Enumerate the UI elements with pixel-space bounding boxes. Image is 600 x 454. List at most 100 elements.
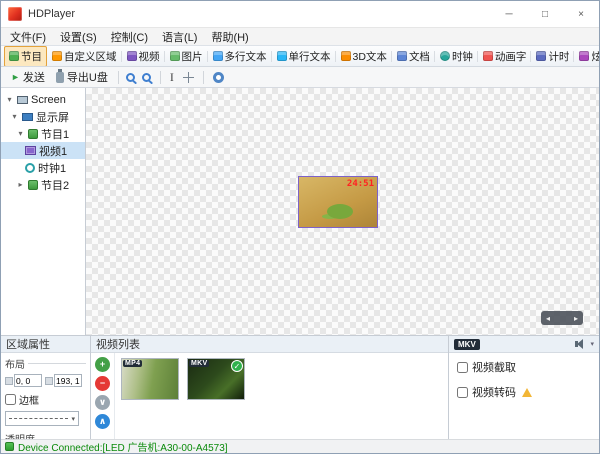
export-usb-button[interactable]: 导出U盘 [51,67,113,87]
close-button[interactable]: × [563,1,599,27]
menu-control[interactable]: 控制(C) [104,28,155,46]
video-transcode-option: 视频转码 [457,384,591,400]
border-checkbox[interactable] [5,394,16,405]
video-transcode-checkbox[interactable] [457,387,468,398]
speaker-icon[interactable] [575,339,583,349]
document-icon [397,51,407,61]
minimize-button[interactable]: ─ [491,1,527,27]
video-properties-header: MKV ▾ [449,336,599,353]
tab-document[interactable]: 文档 [392,46,435,67]
tab-clock[interactable]: 时钟 [435,46,478,67]
region-properties-panel: 区域属性 布局 [1,336,91,439]
tab-timer[interactable]: 计时 [531,46,574,67]
size-field [45,374,82,387]
size-icon [45,377,53,385]
tree-item-label: 节目2 [41,177,69,193]
format-badge: MKV [454,339,480,350]
move-down-button[interactable]: ∨ [95,395,110,410]
expander-icon[interactable]: ▾ [16,129,25,138]
video-list-body: + − ∨ ∧ MP4 MKV ✓ [91,353,448,439]
tree-item-label: 时钟1 [38,160,66,176]
video-thumbnail-mp4[interactable]: MP4 [121,358,179,400]
program-tree: ▾ Screen ▾ 显示屏 ▾ 节目1 视频1 时钟1 [1,88,86,335]
animated-text-icon [483,51,493,61]
tab-image[interactable]: 图片 [165,46,208,67]
video-thumbnail-mkv[interactable]: MKV ✓ [187,358,245,400]
tree-item-label: Screen [31,94,66,106]
tab-label: 多行文本 [225,49,267,64]
add-video-button[interactable]: + [95,357,110,372]
expander-icon[interactable]: ▸ [16,180,25,189]
position-field [5,374,42,387]
tree-item-label: 节目1 [41,126,69,142]
format-badge: MKV [189,360,209,367]
statusbar: Device Connected:[LED 广告机:A30-00-A4573] [1,439,599,453]
pager-prev-icon[interactable]: ◂ [546,314,550,323]
window-title: HDPlayer [28,8,75,20]
custom-area-icon [52,51,62,61]
maximize-button[interactable]: □ [527,1,563,27]
3d-text-icon [341,51,351,61]
border-label: 边框 [19,392,39,407]
tab-label: 3D文本 [353,49,387,64]
video-properties-body: 视频截取 视频转码 [449,353,599,406]
tree-item-program2[interactable]: ▸ 节目2 [1,176,85,193]
send-icon: ► [11,73,20,82]
menu-language[interactable]: 语言(L) [155,28,204,46]
move-icon[interactable] [183,72,194,83]
toolbar-separator [118,71,119,84]
group-divider [28,363,86,364]
titlebar: HDPlayer ─ □ × [1,1,599,27]
tab-video[interactable]: 视频 [122,46,165,67]
region-panel-body: 布局 边框 [1,353,90,449]
video-frame-content [327,204,353,219]
position-input[interactable] [14,374,42,387]
zoom-in-icon[interactable] [126,73,135,82]
tree-item-program1[interactable]: ▾ 节目1 [1,125,85,142]
tab-singleline-text[interactable]: 单行文本 [272,46,336,67]
menu-help[interactable]: 帮助(H) [204,28,255,46]
app-window: HDPlayer ─ □ × 文件(F) 设置(S) 控制(C) 语言(L) 帮… [0,0,600,454]
tab-program[interactable]: 节目 [4,46,47,67]
format-badge: MP4 [123,360,142,367]
size-input[interactable] [54,374,82,387]
tab-3d-text[interactable]: 3D文本 [336,46,392,67]
action-toolbar: ► 发送 导出U盘 I [1,67,599,88]
tab-animated-text[interactable]: 动画字 [478,46,532,67]
program-icon [28,180,38,190]
pager-next-icon[interactable]: ▸ [574,314,578,323]
tab-custom-area[interactable]: 自定义区域 [47,46,122,67]
clock-overlay: 24:51 [347,179,374,189]
gear-icon[interactable] [213,72,224,83]
video-region-preview[interactable]: 24:51 [298,176,378,228]
menubar: 文件(F) 设置(S) 控制(C) 语言(L) 帮助(H) [1,27,599,45]
coordinate-row [5,374,86,387]
region-panel-header: 区域属性 [1,336,90,353]
tree-item-video1[interactable]: 视频1 [1,142,85,159]
design-canvas[interactable]: 24:51 ◂ ▸ [86,88,599,335]
tab-multiline-text[interactable]: 多行文本 [208,46,272,67]
main-area: ▾ Screen ▾ 显示屏 ▾ 节目1 视频1 时钟1 [1,88,599,335]
zoom-out-icon[interactable] [142,73,151,82]
send-button[interactable]: ► 发送 [6,67,50,87]
tree-item-screen[interactable]: ▾ Screen [1,91,85,108]
video-crop-checkbox[interactable] [457,362,468,373]
tree-item-clock1[interactable]: 时钟1 [1,159,85,176]
program-icon [9,51,19,61]
expander-icon[interactable]: ▾ [5,95,14,104]
tree-item-display[interactable]: ▾ 显示屏 [1,108,85,125]
expander-icon[interactable]: ▾ [10,112,19,121]
video-list-title: 视频列表 [96,336,140,352]
device-connected-icon [5,442,14,451]
border-style-dropdown[interactable]: ▾ [5,411,79,426]
canvas-zoom-pager[interactable]: ◂ ▸ [541,311,583,325]
singleline-text-icon [277,51,287,61]
tree-item-label: 视频1 [39,143,67,159]
menu-settings[interactable]: 设置(S) [53,28,104,46]
move-up-button[interactable]: ∧ [95,414,110,429]
text-cursor-icon[interactable]: I [166,70,178,85]
menu-file[interactable]: 文件(F) [3,28,53,46]
chevron-down-icon[interactable]: ▾ [590,340,594,348]
remove-video-button[interactable]: − [95,376,110,391]
tab-dazzle[interactable]: 炫酷 [574,46,599,67]
